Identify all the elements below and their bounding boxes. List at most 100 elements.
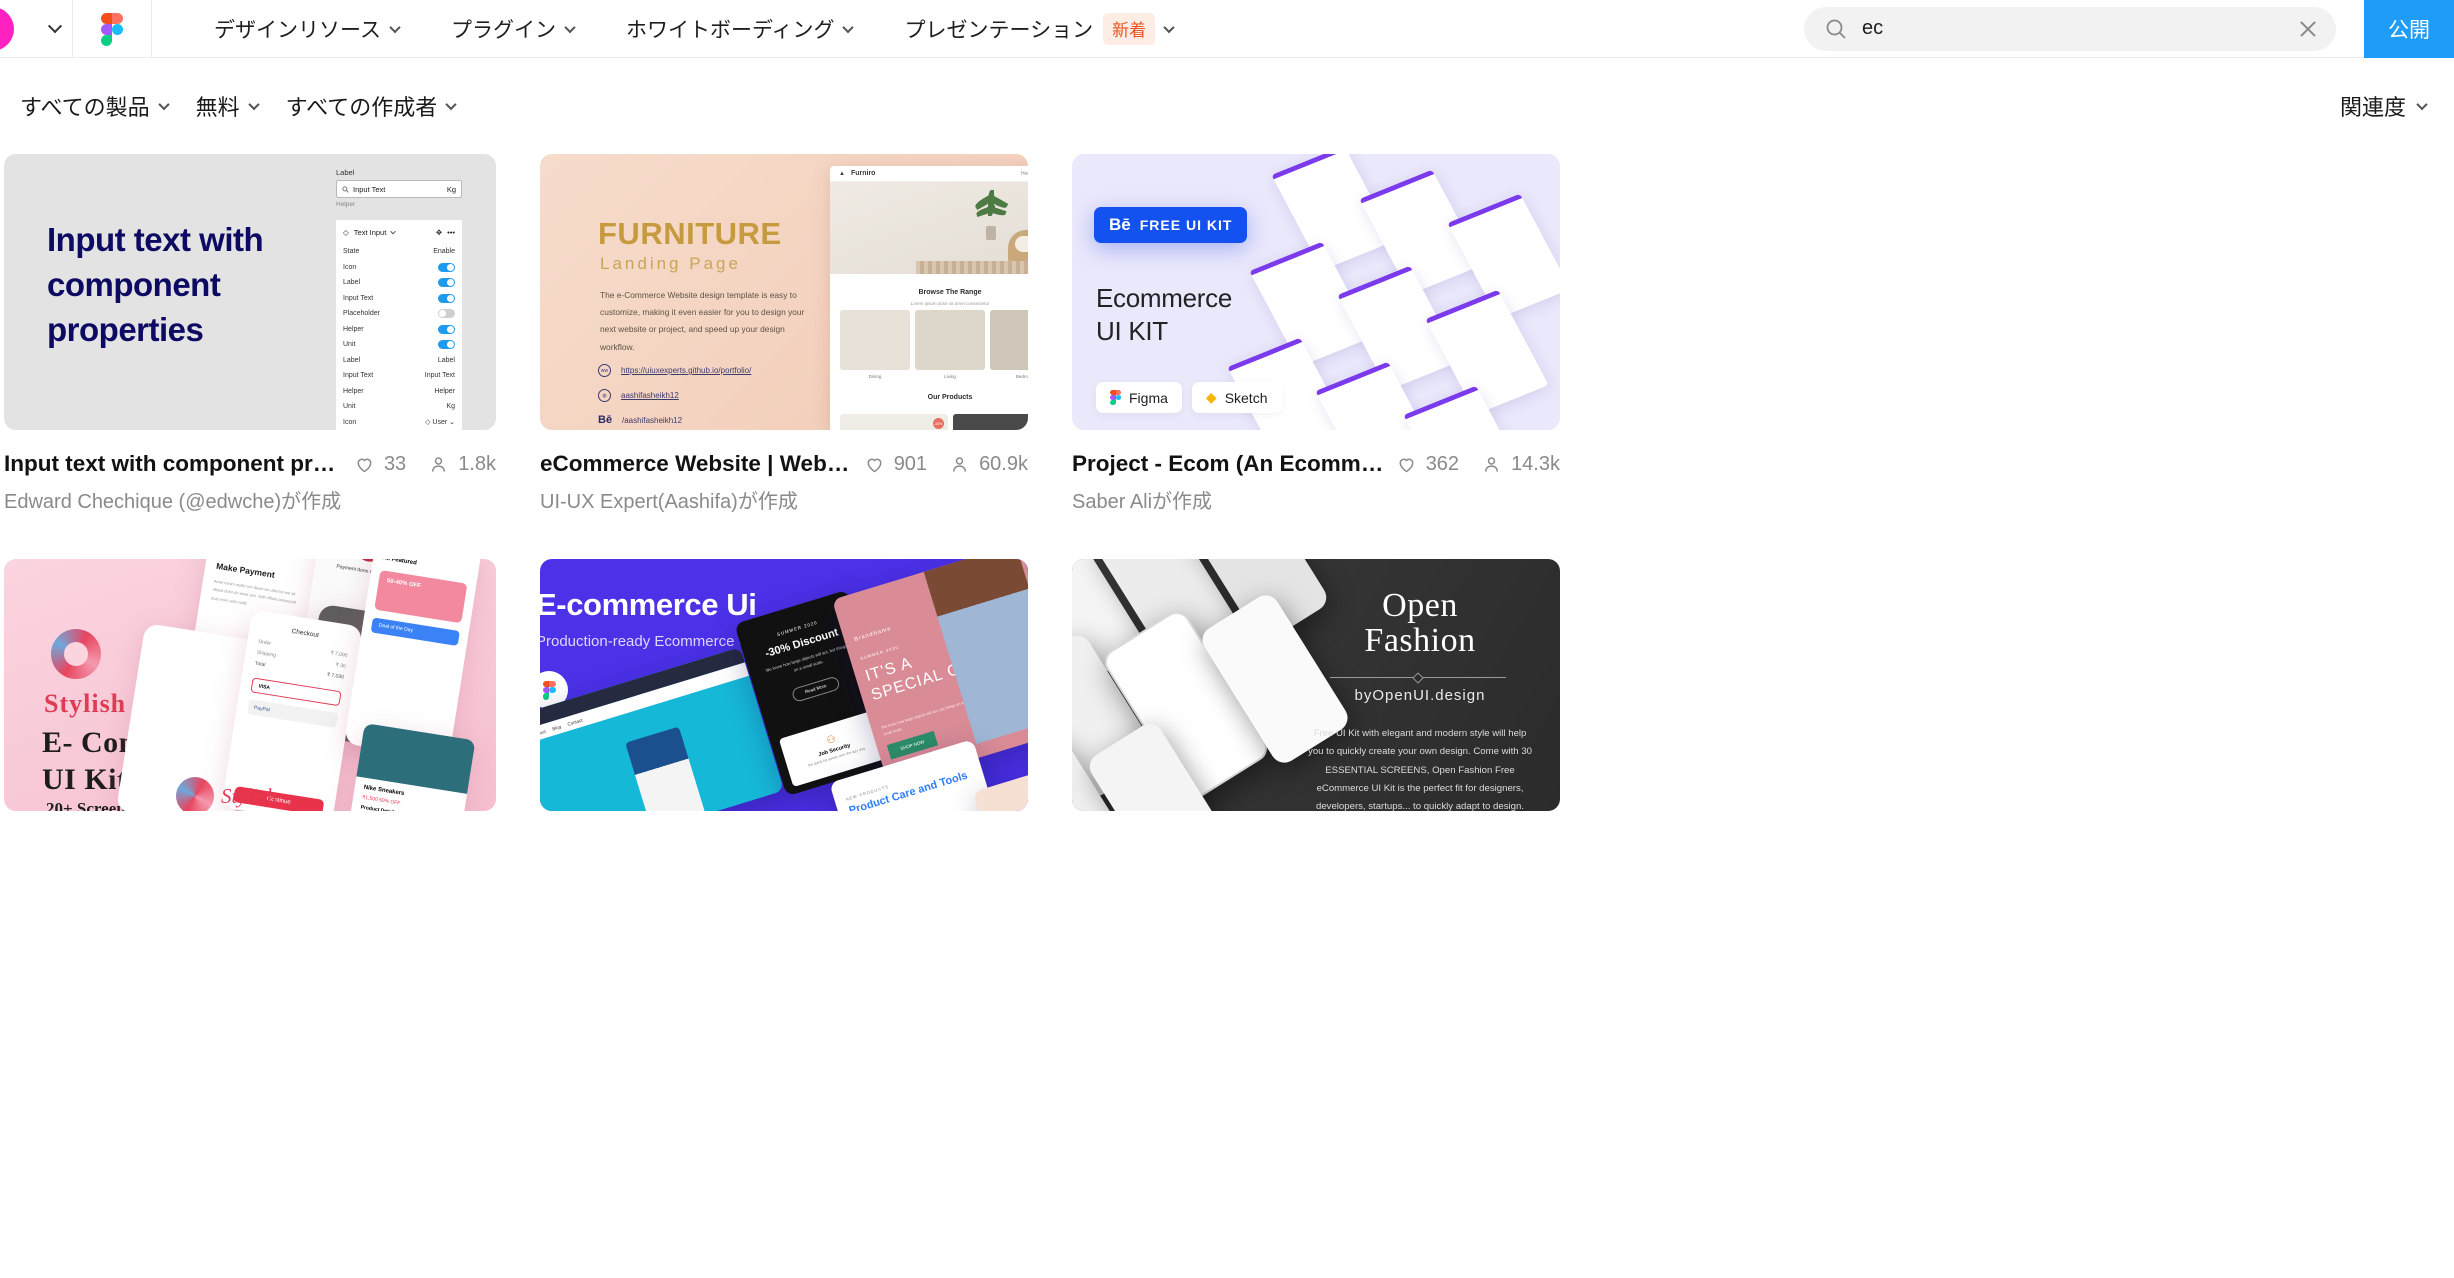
card-stats: 362 14.3k	[1396, 449, 1560, 476]
property-row: Icon ◇ User ⌄	[343, 415, 455, 431]
publish-button[interactable]: 公開	[2364, 0, 2454, 58]
view-count-value: 14.3k	[1511, 453, 1560, 475]
field-unit: Kg	[446, 184, 456, 194]
property-value: ◇ User ⌄	[425, 419, 455, 427]
property-value: Input Text	[424, 372, 455, 380]
card-meta: eCommerce Website | Web Page... UI-UX Ex…	[540, 430, 1028, 514]
filter-free[interactable]: 無料	[182, 90, 272, 122]
pill-label: FREE UI KIT	[1139, 217, 1233, 233]
property-value: Enable	[433, 248, 455, 256]
result-card[interactable]: FURNITURE Landing Page The e-Commerce We…	[540, 154, 1028, 514]
account-avatar-area[interactable]	[0, 0, 38, 57]
thumb-headline: FURNITURE	[598, 216, 782, 251]
result-card[interactable]: Bē FREE UI KIT Ecommerce UI KIT Figma ◆ …	[1072, 154, 1560, 514]
heart-icon	[357, 458, 372, 473]
person-icon	[953, 457, 966, 472]
plant-decoration	[972, 190, 1012, 242]
card-author[interactable]: Edward Chechique (@edwche)が作成	[4, 485, 344, 514]
account-menu-toggle[interactable]	[38, 0, 72, 57]
card-thumbnail[interactable]: Stylish E- Commerce UI Kit 20+ Screens M…	[4, 559, 496, 812]
nav-item-design-resources[interactable]: デザインリソース	[188, 0, 425, 58]
search-input[interactable]: ec	[1862, 17, 2284, 40]
like-count-value: 901	[893, 453, 928, 475]
thumb-headline: Ecommerce UI KIT	[1096, 283, 1232, 347]
result-card[interactable]: E-commerce Ui Production-ready Ecommerce…	[540, 559, 1028, 812]
nav-label: デザインリソース	[214, 18, 381, 42]
like-count: 901	[864, 453, 927, 476]
card-author[interactable]: UI-UX Expert(Aashifa)が作成	[540, 485, 854, 514]
chevron-down-icon	[390, 228, 397, 234]
person-icon	[432, 457, 446, 472]
tag-sketch: ◆ Sketch	[1191, 382, 1282, 413]
model-figure	[625, 726, 705, 812]
property-name: Helper	[343, 325, 364, 333]
property-value: Label	[437, 356, 455, 364]
avatar[interactable]	[0, 7, 14, 51]
mock-section-sub: Lorem ipsum dolor sit amet consectetur	[910, 301, 990, 306]
property-row: Placeholder	[343, 306, 455, 322]
person-icon	[1485, 457, 1498, 472]
card-thumbnail[interactable]: FURNITURE Landing Page The e-Commerce We…	[540, 154, 1028, 430]
card-author[interactable]: Saber Aliが作成	[1072, 485, 1386, 514]
mock-text: Blog	[551, 723, 562, 732]
mock-text: Total	[254, 660, 266, 669]
behance-icon: Bē	[1109, 215, 1131, 234]
figma-home-link[interactable]	[73, 0, 151, 57]
toggle-switch	[438, 293, 455, 303]
top-header: デザインリソース プラグイン ホワイトボーディング プレゼンテーション 新着 e…	[0, 0, 2454, 58]
chevron-down-icon	[157, 98, 170, 111]
nav-item-presentation[interactable]: プレゼンテーション 新着	[878, 0, 1199, 58]
mock-text: About	[540, 728, 547, 737]
close-icon[interactable]	[2298, 19, 2318, 39]
mock-text: Deal of the Day	[370, 617, 460, 647]
sort-dropdown[interactable]: 関連度	[2340, 90, 2454, 122]
diamond-icon: ◇	[343, 228, 349, 237]
thumb-headline: E-commerce Ui	[540, 587, 757, 623]
property-name: Input Text	[343, 294, 374, 302]
toggle-switch	[438, 309, 455, 319]
card-stats: 901 60.9k	[864, 449, 1028, 476]
nav-item-plugins[interactable]: プラグイン	[425, 0, 600, 58]
filter-all-products[interactable]: すべての製品	[6, 90, 182, 122]
card-thumbnail[interactable]: Input text with component properties Lab…	[4, 154, 496, 430]
filter-all-creators[interactable]: すべての作成者	[272, 90, 470, 122]
result-card[interactable]: Open Fashion byOpenUI.design Free UI Kit…	[1072, 559, 1560, 812]
behance-free-kit-pill: Bē FREE UI KIT	[1094, 207, 1248, 243]
card-title[interactable]: Project - Ecom (An Ecommerce Ui Kit)	[1072, 449, 1386, 478]
nav-item-whiteboarding[interactable]: ホワイトボーディング	[600, 0, 879, 58]
result-card[interactable]: Stylish E- Commerce UI Kit 20+ Screens M…	[4, 559, 496, 812]
mock-brand-icon: ▲	[839, 170, 845, 177]
chevron-down-icon	[564, 21, 576, 33]
card-meta-left: eCommerce Website | Web Page... UI-UX Ex…	[540, 449, 854, 514]
card-thumbnail[interactable]: E-commerce Ui Production-ready Ecommerce…	[540, 559, 1028, 812]
property-row: Helper	[343, 322, 455, 338]
rug-decoration	[916, 261, 1028, 274]
view-count-value: 60.9k	[979, 453, 1028, 475]
card-thumbnail[interactable]: Open Fashion byOpenUI.design Free UI Kit…	[1072, 559, 1560, 812]
like-count: 362	[1396, 453, 1459, 476]
filter-label: すべての作成者	[285, 95, 438, 120]
more-icon: •••	[447, 228, 455, 237]
divider	[151, 0, 152, 57]
thumb-headline: Input text with component properties	[47, 221, 264, 348]
chevron-down-icon	[1163, 21, 1175, 33]
view-count: 1.8k	[428, 453, 496, 476]
property-name: Unit	[343, 403, 356, 411]
filter-label: 無料	[195, 95, 240, 120]
link-row: ww https://uiuxexperts.github.io/portfol…	[598, 364, 751, 377]
toggle-switch	[438, 324, 455, 334]
mock-tiles	[830, 310, 1028, 370]
heart-icon	[1399, 458, 1414, 473]
mock-tile	[840, 310, 910, 370]
card-title[interactable]: eCommerce Website | Web Page...	[540, 449, 854, 478]
card-thumbnail[interactable]: Bē FREE UI KIT Ecommerce UI KIT Figma ◆ …	[1072, 154, 1560, 430]
thumb-website-mock: ▲ Furniro Home Shop	[830, 166, 1028, 430]
result-card[interactable]: Input text with component properties Lab…	[4, 154, 496, 514]
thumb-subhead: Landing Page	[600, 254, 741, 273]
mock-hero-card: Login / Register Home Shop About Blog Co…	[540, 647, 785, 812]
property-name: Placeholder	[343, 310, 380, 318]
card-title[interactable]: Input text with component properties	[4, 449, 344, 478]
sketch-icon: ◆	[1205, 389, 1217, 405]
card-meta-left: Input text with component properties Edw…	[4, 449, 344, 514]
search-box[interactable]: ec	[1804, 6, 2336, 51]
